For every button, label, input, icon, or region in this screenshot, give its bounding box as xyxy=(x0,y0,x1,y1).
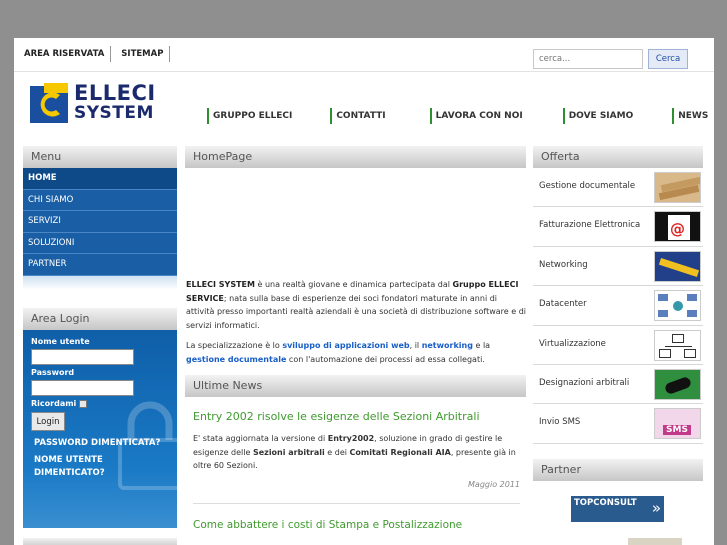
login-panel: Area Login Nome utente Password Ricordam… xyxy=(23,308,177,528)
intro-text-6: con l'automazione dei processi ad essa c… xyxy=(286,354,485,364)
offerta-item-label: Designazioni arbitrali xyxy=(539,377,630,388)
nav-news[interactable]: NEWS xyxy=(672,108,712,124)
datacenter-icon xyxy=(654,290,701,322)
nav-contatti[interactable]: CONTATTI xyxy=(330,108,389,124)
partner-logo-text: TOPCONSULT xyxy=(574,498,637,508)
news-bold-1: Entry2002 xyxy=(327,434,375,443)
nav-lavora-con-noi[interactable]: LAVORA CON NOI xyxy=(429,108,527,124)
main-nav: GRUPPO ELLECI CONTATTI LAVORA CON NOI DO… xyxy=(207,108,712,124)
intro-text-3: La specializzazione è lo xyxy=(186,341,283,350)
offerta-item-label: Datacenter xyxy=(539,299,587,310)
offerta-title: Offerta xyxy=(533,146,703,168)
area-riservata-link[interactable]: AREA RISERVATA xyxy=(20,46,112,62)
offerta-item-designazioni-arbitrali[interactable]: Designazioni arbitrali xyxy=(533,365,703,405)
news-item: Entry 2002 risolve le esigenze delle Sez… xyxy=(185,410,526,504)
topconsult-partner-logo[interactable]: TOPCONSULT » xyxy=(571,496,664,522)
sms-icon: SMS xyxy=(654,408,701,440)
news-divider xyxy=(193,502,520,504)
main-content: HomePage ELLECI SYSTEM è una realtà giov… xyxy=(185,146,526,531)
offerta-item-label: Virtualizzazione xyxy=(539,338,606,349)
partner-title: Partner xyxy=(533,459,703,481)
news-text-1: E' stata aggiornata la versione di xyxy=(193,434,328,443)
offerta-item-label: Gestione documentale xyxy=(539,181,636,191)
login-title: Area Login xyxy=(23,308,177,330)
offerta-item-datacenter[interactable]: Datacenter xyxy=(533,286,703,326)
news-title: Ultime News xyxy=(185,375,526,397)
offerta-item-label: Invio SMS xyxy=(539,417,581,428)
offerta-panel: Offerta Gestione documentale Fatturazion… xyxy=(533,146,703,444)
forgot-username-link[interactable]: NOME UTENTE DIMENTICATO? xyxy=(34,454,177,480)
news-bold-2: Sezioni arbitrali xyxy=(252,447,325,457)
logo-line-1: ELLECI xyxy=(74,81,156,105)
intro-text-2: ; nata sulla base di esperienze dei soci… xyxy=(186,293,527,330)
username-input[interactable] xyxy=(31,349,134,365)
left-menu: Menu HOME CHI SIAMO SERVIZI SOLUZIONI PA… xyxy=(23,146,177,290)
documents-icon xyxy=(654,172,701,203)
news-date: Maggio 2011 xyxy=(468,479,520,489)
forgot-username-line-1: NOME UTENTE xyxy=(34,455,103,465)
news-text-3: e dei xyxy=(324,447,350,457)
news-item-text: E' stata aggiornata la versione di Entry… xyxy=(193,432,520,473)
left-next-panel-header xyxy=(23,538,177,545)
search-input[interactable] xyxy=(533,49,643,69)
menu-item-soluzioni[interactable]: SOLUZIONI xyxy=(23,233,177,254)
intro-paragraph-1: ELLECI SYSTEM è una realtà giovane e din… xyxy=(186,278,526,332)
menu-item-servizi[interactable]: SERVIZI xyxy=(23,211,177,233)
menu-footer xyxy=(23,275,177,290)
intro-text-5: e la xyxy=(472,341,491,350)
menu-item-chi-siamo[interactable]: CHI SIAMO xyxy=(23,190,177,211)
news-item-title[interactable]: Entry 2002 risolve le esigenze delle Sez… xyxy=(193,410,520,423)
offerta-item-label: Fatturazione Elettronica xyxy=(539,220,641,231)
sitemap-link[interactable]: SITEMAP xyxy=(117,46,171,62)
logo-line-2: SYSTEM xyxy=(74,103,154,123)
menu-items: HOME CHI SIAMO SERVIZI SOLUZIONI PARTNER xyxy=(23,168,177,276)
web-apps-link[interactable]: sviluppo di applicazioni web xyxy=(282,341,409,350)
intro-text-4: , il xyxy=(409,341,422,350)
networking-link[interactable]: networking xyxy=(422,341,473,350)
search-button[interactable]: Cerca xyxy=(648,49,688,69)
menu-item-home[interactable]: HOME xyxy=(23,168,177,190)
gestione-documentale-link[interactable]: gestione documentale xyxy=(186,355,286,364)
network-cable-icon xyxy=(654,250,701,282)
forgot-username-line-2: DIMENTICATO? xyxy=(34,468,105,478)
offerta-item-networking[interactable]: Networking xyxy=(533,247,703,287)
nav-gruppo-elleci[interactable]: GRUPPO ELLECI xyxy=(207,108,296,124)
partner-logo-2[interactable] xyxy=(628,538,682,545)
password-label: Password xyxy=(31,368,75,377)
remember-row: Ricordami xyxy=(31,399,177,408)
username-label: Nome utente xyxy=(31,337,90,346)
menu-title: Menu xyxy=(23,146,177,168)
top-links: AREA RISERVATA SITEMAP xyxy=(20,46,176,62)
remember-label: Ricordami xyxy=(31,399,77,408)
offerta-item-gestione-documentale[interactable]: Gestione documentale xyxy=(533,168,703,208)
login-body: Nome utente Password Ricordami Login PAS… xyxy=(23,330,177,528)
password-input[interactable] xyxy=(31,380,134,396)
offerta-item-virtualizzazione[interactable]: Virtualizzazione xyxy=(533,326,703,365)
intro-paragraph-2: La specializzazione è lo sviluppo di app… xyxy=(186,339,526,366)
login-button[interactable]: Login xyxy=(31,412,65,431)
top-bar: AREA RISERVATA SITEMAP Cerca xyxy=(14,38,714,72)
homepage-title: HomePage xyxy=(185,146,526,168)
intro-text: ELLECI SYSTEM è una realtà giovane e din… xyxy=(185,278,526,366)
whistle-icon xyxy=(654,368,701,400)
forgot-password-link[interactable]: PASSWORD DIMENTICATA? xyxy=(34,437,177,450)
virtual-network-icon xyxy=(654,329,701,361)
double-chevron-icon: » xyxy=(651,499,661,517)
email-at-icon: @ xyxy=(654,211,701,243)
news-bold-3: Comitati Regionali AIA xyxy=(349,447,451,457)
news-item-2-title[interactable]: Come abbattere i costi di Stampa e Posta… xyxy=(193,519,526,531)
page: AREA RISERVATA SITEMAP Cerca ELLECI SYST… xyxy=(14,38,714,545)
elleci-logo-icon xyxy=(30,83,68,123)
offerta-item-label: Networking xyxy=(539,259,588,270)
remember-checkbox[interactable] xyxy=(79,399,88,408)
intro-text-1: è una realtà giovane e dinamica partecip… xyxy=(254,280,453,289)
company-name: ELLECI SYSTEM xyxy=(186,280,255,289)
offerta-item-fatturazione-elettronica[interactable]: Fatturazione Elettronica @ xyxy=(533,207,703,247)
partner-panel: Partner TOPCONSULT » xyxy=(533,459,703,522)
offerta-item-invio-sms[interactable]: Invio SMS SMS xyxy=(533,404,703,444)
menu-item-partner[interactable]: PARTNER xyxy=(23,254,177,276)
logo-text: ELLECI SYSTEM xyxy=(74,83,156,122)
elleci-system-logo[interactable]: ELLECI SYSTEM xyxy=(30,83,155,128)
nav-dove-siamo[interactable]: DOVE SIAMO xyxy=(562,108,638,124)
